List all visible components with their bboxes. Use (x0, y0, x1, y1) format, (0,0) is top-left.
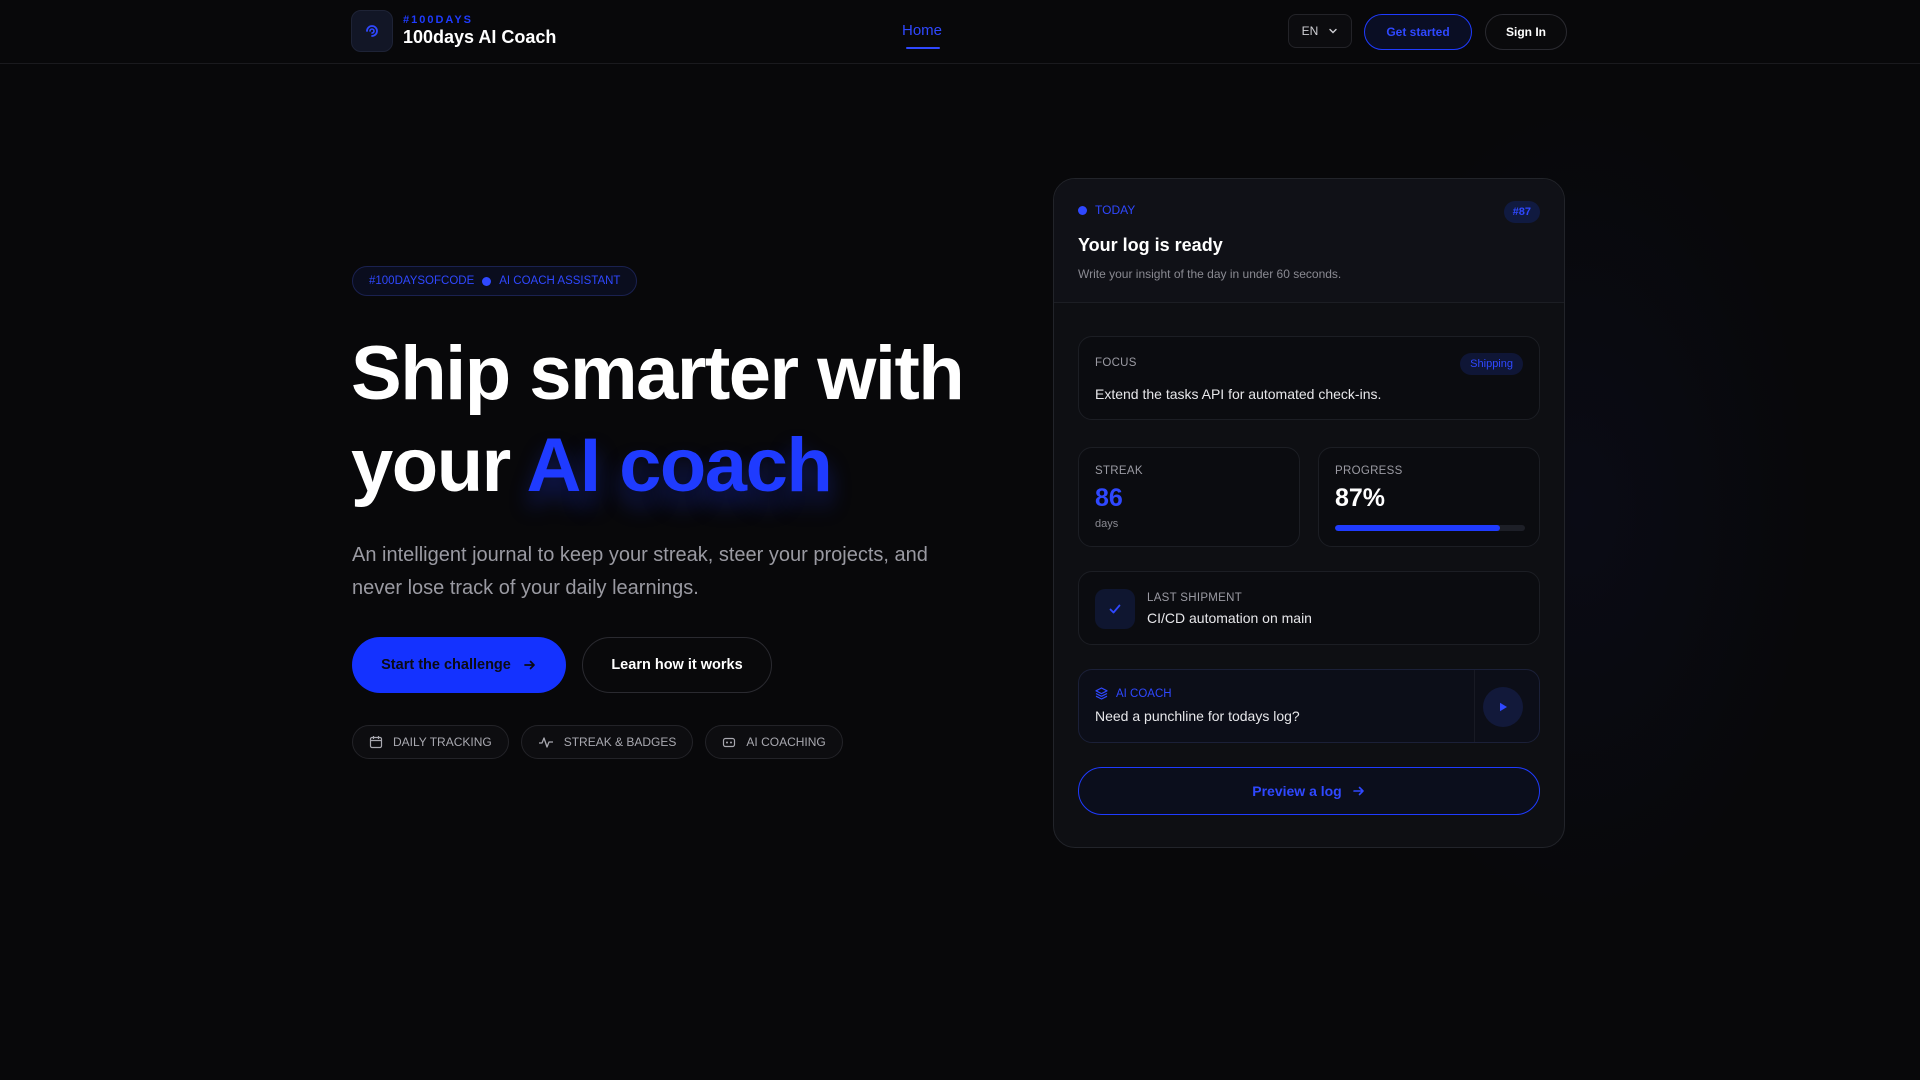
today-label: TODAY (1095, 203, 1136, 217)
check-icon (1095, 589, 1135, 629)
ai-coach-panel[interactable]: AI COACH Need a punchline for todays log… (1078, 669, 1540, 743)
hero-tag-pill: #100DAYSOFCODE AI COACH ASSISTANT (352, 266, 638, 296)
coach-prompt: Need a punchline for todays log? (1095, 708, 1300, 724)
focus-status-badge: Shipping (1460, 353, 1523, 375)
streak-value: 86 (1095, 484, 1123, 512)
day-number-badge: #87 (1503, 201, 1540, 223)
hero-headline: Ship smarter with your AI coach (351, 328, 991, 512)
focus-panel: FOCUS Shipping Extend the tasks API for … (1078, 336, 1540, 420)
divider (1474, 670, 1475, 742)
focus-text: Extend the tasks API for automated check… (1095, 386, 1382, 402)
headline-line-1: Ship smarter with (351, 331, 965, 416)
arrow-right-icon (1352, 786, 1364, 796)
streak-panel: STREAK 86 days (1078, 447, 1300, 547)
card-title: Your log is ready (1078, 235, 1223, 255)
chip-ai-coaching: AI COACHING (705, 725, 843, 759)
chip-label: AI COACHING (746, 735, 826, 749)
coach-label: AI COACH (1095, 687, 1172, 700)
shipment-label: LAST SHIPMENT (1147, 592, 1243, 604)
arrow-right-icon (524, 660, 535, 670)
daily-log-card: TODAY #87 Your log is ready Write your i… (1053, 178, 1565, 848)
chip-label: DAILY TRACKING (393, 735, 492, 749)
get-started-button[interactable]: Get started (1364, 14, 1472, 50)
preview-log-button[interactable]: Preview a log (1078, 767, 1540, 815)
active-tab-indicator (906, 47, 940, 49)
calendar-icon (369, 736, 383, 749)
top-navigation: #100DAYS 100days AI Coach Home EN Get st… (0, 0, 1920, 64)
progress-label: PROGRESS (1335, 465, 1403, 477)
preview-log-label: Preview a log (1252, 783, 1342, 799)
today-indicator: TODAY (1078, 203, 1135, 217)
language-value: EN (1301, 24, 1319, 38)
chip-streak-badges: STREAK & BADGES (520, 725, 694, 759)
chip-label: STREAK & BADGES (563, 735, 677, 749)
robot-icon (723, 737, 736, 748)
sparkline-icon (538, 737, 553, 748)
tag-hashtag: #100DAYSOFCODE (369, 275, 475, 287)
learn-how-button[interactable]: Learn how it works (582, 637, 772, 693)
focus-label: FOCUS (1095, 357, 1137, 369)
sign-in-button[interactable]: Sign In (1485, 14, 1567, 50)
hero-subtitle: An intelligent journal to keep your stre… (352, 544, 928, 599)
shipment-text: CI/CD automation on main (1147, 610, 1312, 626)
start-challenge-button[interactable]: Start the challenge (352, 637, 566, 693)
chip-daily-tracking: DAILY TRACKING (352, 725, 509, 759)
brand-title: 100days AI Coach (403, 27, 557, 47)
start-challenge-label: Start the challenge (381, 657, 511, 673)
chevron-down-icon (1329, 28, 1338, 34)
tag-assistant: AI COACH ASSISTANT (499, 275, 621, 287)
streak-label: STREAK (1095, 465, 1143, 477)
tag-separator-dot (482, 276, 492, 286)
progress-value: 87% (1335, 484, 1386, 512)
progress-panel: PROGRESS 87% (1318, 447, 1540, 547)
play-icon[interactable] (1483, 687, 1523, 727)
streak-unit: days (1095, 518, 1119, 530)
headline-accent: AI coach (526, 423, 833, 508)
nav-home-link[interactable]: Home (902, 22, 942, 39)
language-selector[interactable]: EN (1288, 14, 1352, 48)
brand-kicker: #100DAYS (403, 14, 474, 26)
progress-bar (1335, 525, 1525, 531)
last-shipment-panel: LAST SHIPMENT CI/CD automation on main (1078, 571, 1540, 645)
status-dot (1078, 205, 1087, 215)
headline-line-2-prefix: your (351, 423, 511, 508)
layers-icon (1095, 687, 1108, 700)
card-subtitle: Write your insight of the day in under 6… (1078, 267, 1342, 281)
progress-bar-fill (1335, 525, 1501, 531)
brand[interactable]: #100DAYS 100days AI Coach (351, 10, 556, 52)
card-header: TODAY #87 Your log is ready Write your i… (1054, 179, 1564, 303)
logo-swirl-icon (351, 10, 393, 52)
feature-chips: DAILY TRACKING STREAK & BADGES AI COACHI… (352, 725, 843, 759)
coach-label-text: AI COACH (1116, 687, 1172, 700)
